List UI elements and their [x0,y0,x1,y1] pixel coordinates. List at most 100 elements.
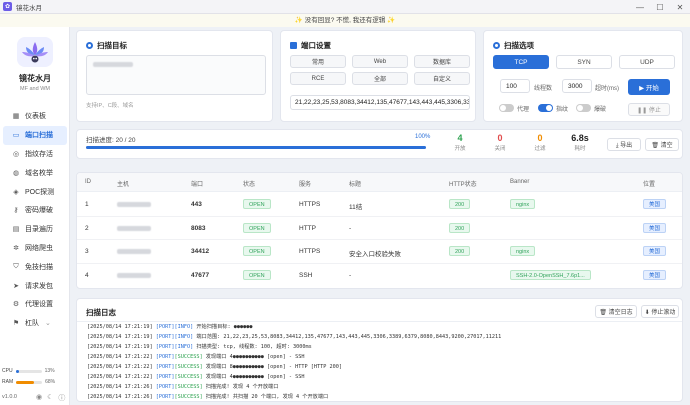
ram-percent: 68% [45,379,56,385]
elapsed-label: 耗时 [574,146,586,152]
timeout-input[interactable]: 3000 [562,79,592,93]
folder-icon: ▤ [12,226,20,234]
close-icon[interactable]: ✕ [670,0,690,14]
preset-db-button[interactable]: 数据库 [414,55,470,68]
theme-icon[interactable]: ☾ [47,393,53,403]
log-line: [2025/08/14 17:21:19] [PORT][INFO] 扫描类型:… [87,344,312,350]
col-status: 状态 [243,182,256,188]
sidebar-item-request[interactable]: ➤ 请求发包 [3,276,67,295]
gear-icon: ⚙ [12,301,20,309]
log-title: 扫描日志 [86,308,116,317]
proxy-toggle[interactable] [499,104,514,112]
lotus-logo-icon [17,37,53,67]
key-icon: ⚷ [13,207,19,215]
export-button[interactable]: ⤓ 导出 [607,138,641,151]
sidebar-item-team[interactable]: ⚑ 杠队 ⌄ [3,314,67,333]
http-status-badge: 200 [449,246,471,256]
clear-log-button[interactable]: 🗑 清空日志 [595,305,637,318]
cpu-label: CPU [2,368,13,374]
col-host: 主机 [117,182,130,188]
github-icon[interactable]: ◉ [36,393,42,403]
stop-button[interactable]: ❚❚ 停止 [628,103,670,116]
maximize-icon[interactable]: ☐ [650,0,670,14]
log-line: [2025/08/14 17:21:19] [PORT][INFO] 端口范围:… [87,334,502,340]
preset-rce-button[interactable]: RCE [290,72,346,85]
info-icon[interactable]: ⓘ [58,393,65,403]
row-port: 47677 [191,271,210,279]
brand-name: 镜花水月 [19,74,51,83]
sidebar-item-crawler[interactable]: ✲ 网络爬虫 [3,239,67,258]
port-scan-icon: ▭ [12,132,20,140]
col-location: 位置 [643,182,656,188]
progress-percent: 100% [415,134,431,140]
target-input-redacted [93,62,133,67]
brute-toggle[interactable] [576,104,591,112]
protocol-syn-button[interactable]: SYN [556,55,612,69]
sidebar-item-poc[interactable]: ◈ POC探测 [3,182,67,201]
preset-all-button[interactable]: 全部 [352,72,408,85]
sidebar-item-brute[interactable]: ⚷ 密码爆破 [3,201,67,220]
table-row[interactable]: 3 34412 OPEN HTTPS 安全入口校验失败 200 nginx 美国 [77,240,682,264]
globe-icon: ◍ [12,169,20,177]
row-port: 34412 [191,248,210,255]
ram-label: RAM [2,379,14,385]
port-settings-title: 端口设置 [301,41,331,50]
target-title: 扫描目标 [97,41,127,50]
start-button[interactable]: ▶ 开始 [628,79,670,95]
log-line: [2025/08/14 17:21:26] [PORT][SUCCESS] 扫描… [87,394,329,400]
preset-web-button[interactable]: Web [352,55,408,68]
protocol-udp-button[interactable]: UDP [619,55,675,69]
row-title: 安全入口校验失败 [349,251,401,258]
col-service: 服务 [299,182,312,188]
location-badge: 美国 [643,222,667,233]
table-row[interactable]: 2 8083 OPEN HTTP - 200 美国 [77,217,682,240]
row-service: SSH [299,271,313,279]
sidebar: 镜花水月 MF and WM ▦ 仪表板 ▭ 端口扫描 ◎ 指纹存活 ◍ 域名枚举 ◈ P… [0,27,70,405]
log-line: [2025/08/14 17:21:19] [PORT][INFO] 开始扫描目… [87,324,253,330]
progress-label: 扫描进度: 20 / 20 [86,137,136,144]
ram-bar [16,380,43,384]
fingerprint-toggle[interactable] [538,104,553,112]
elapsed-time: 6.8s [571,133,589,143]
row-id: 1 [85,201,89,208]
sidebar-item-free-scan[interactable]: ⛉ 免技扫描 [3,257,67,276]
preset-custom-button[interactable]: 自定义 [414,72,470,85]
row-title: 11结 [349,204,363,211]
row-id: 3 [85,248,89,255]
stop-scroll-button[interactable]: ⬇ 停止滚动 [641,305,679,318]
table-row[interactable]: 1 443 OPEN HTTPS 11结 200 nginx 美国 [77,193,682,217]
row-service: HTTP [299,224,316,232]
host-redacted [117,202,151,207]
sidebar-item-proxy[interactable]: ⚙ 代理设置 [3,295,67,314]
scan-log-card: 扫描日志 🗑 清空日志 ⬇ 停止滚动 [2025/08/14 17:21:19]… [76,298,683,402]
col-http-status: HTTP状态 [449,182,477,188]
target-input[interactable] [86,55,266,95]
table-row[interactable]: 4 47677 OPEN SSH - SSH-2.0-OpenSSH_7.6p1… [77,264,682,288]
filtered-count: 0 [537,133,543,143]
banner-badge: nginx [510,246,536,256]
sidebar-item-dir[interactable]: ▤ 目录遍历 [3,220,67,239]
sidebar-item-fingerprint[interactable]: ◎ 指纹存活 [3,145,67,164]
table-header: ID 主机 端口 状态 服务 标题 HTTP状态 Banner 位置 [77,173,682,192]
protocol-tcp-button[interactable]: TCP [493,55,549,69]
port-settings-icon [290,42,297,49]
host-redacted [117,225,151,231]
preset-common-button[interactable]: 常用 [290,55,346,68]
notice-banner: ✨ 没有回显? 不慌, 我还有逻辑 ✨ [0,14,690,27]
row-port: 443 [191,201,202,208]
ports-input[interactable]: 21,22,23,25,53,8083,34412,135,47677,143,… [290,95,470,110]
location-badge: 美国 [643,246,667,256]
log-line: [2025/08/14 17:21:22] [PORT][SUCCESS] 发现… [87,354,305,360]
brand-subtitle: MF and WM [20,86,50,92]
progress-bar [86,146,426,149]
threads-input[interactable]: 100 [500,79,530,93]
col-title: 标题 [349,182,362,188]
target-icon [86,42,93,49]
status-badge: OPEN [243,246,271,256]
minimize-icon[interactable]: — [630,0,650,14]
sidebar-item-domain[interactable]: ◍ 域名枚举 [3,163,67,182]
col-banner: Banner [510,179,530,185]
clear-results-button[interactable]: 🗑 清空 [645,138,679,151]
sidebar-item-port-scan[interactable]: ▭ 端口扫描 [3,125,67,145]
sidebar-item-dashboard[interactable]: ▦ 仪表板 [3,107,67,126]
